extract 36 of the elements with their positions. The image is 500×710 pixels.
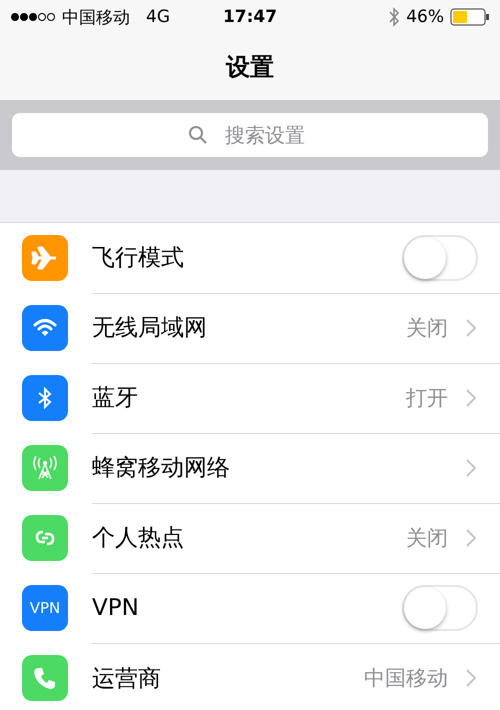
chevron-icon [466, 669, 476, 687]
settings-row[interactable]: 个人热点 关闭 [0, 503, 500, 573]
settings-row[interactable]: 蜂窝移动网络 [0, 433, 500, 503]
battery-percent: 46% [406, 7, 444, 27]
toggle-switch[interactable] [402, 234, 478, 280]
chevron-icon [466, 458, 476, 476]
chevron-icon [466, 528, 476, 546]
row-label: 个人热点 [92, 524, 185, 553]
search-field[interactable]: 搜索设置 [12, 113, 488, 157]
carrier-name: 中国移动 [62, 6, 130, 28]
row-value: 关闭 [406, 314, 448, 342]
settings-row[interactable]: 无线局域网 关闭 [0, 293, 500, 363]
row-label: 飞行模式 [92, 244, 185, 273]
clock-time: 17:47 [222, 7, 278, 27]
row-label: 蜂窝移动网络 [92, 454, 231, 483]
chevron-icon [466, 388, 476, 406]
row-value: 关闭 [406, 524, 448, 552]
row-value: 中国移动 [364, 665, 448, 692]
signal-icon [10, 12, 56, 22]
row-label: 蓝牙 [92, 384, 139, 413]
settings-row[interactable]: 运营商 中国移动 [0, 643, 500, 710]
settings-row[interactable]: VPN VPN [0, 573, 500, 643]
row-value: 打开 [406, 384, 448, 412]
chevron-icon [466, 318, 476, 336]
network-type: 4G [146, 7, 170, 27]
toggle-switch[interactable] [402, 584, 478, 630]
search-icon [188, 125, 208, 145]
vpn-icon: VPN [22, 585, 68, 631]
settings-row[interactable]: 飞行模式 [0, 223, 500, 293]
bluetooth-icon [388, 7, 400, 27]
row-label: VPN [92, 594, 140, 620]
settings-row[interactable]: 蓝牙 打开 [0, 363, 500, 433]
row-label: 无线局域网 [92, 314, 208, 343]
battery-icon [450, 8, 490, 26]
row-label: 运营商 [92, 664, 162, 694]
page-title: 设置 [226, 52, 274, 83]
